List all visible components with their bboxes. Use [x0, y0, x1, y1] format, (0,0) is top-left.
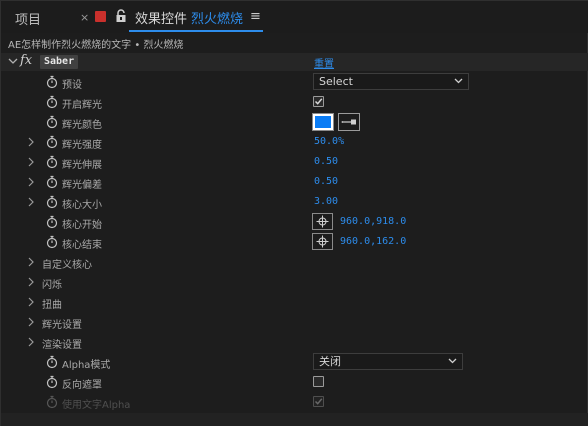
tab-project[interactable]: 项目	[15, 9, 41, 28]
prop-label: 核心结束	[62, 240, 102, 251]
alpha-mode-value: 关闭	[319, 355, 341, 368]
alpha-mode-dropdown[interactable]: 关闭	[313, 353, 463, 370]
twirl-down-icon[interactable]	[8, 56, 18, 66]
glow-bias-value[interactable]: 0.50	[314, 176, 338, 187]
prop-label: 辉光强度	[62, 140, 102, 151]
stopwatch-icon[interactable]	[46, 355, 58, 369]
prop-label: 核心开始	[62, 220, 102, 231]
stopwatch-icon[interactable]	[46, 155, 58, 169]
invert-mask-checkbox[interactable]	[313, 376, 324, 387]
lock-icon[interactable]	[115, 9, 127, 23]
prop-preset: 预设 Select	[1, 72, 588, 92]
prop-glow-bias: 辉光偏差 0.50	[1, 172, 588, 192]
group-distortion[interactable]: 扭曲	[1, 292, 588, 312]
point-picker-button[interactable]	[312, 233, 333, 250]
group-label: 渲染设置	[42, 340, 82, 351]
checkmark-icon	[314, 398, 323, 405]
color-swatch-fill	[315, 116, 331, 128]
twirl-right-icon[interactable]	[26, 196, 36, 208]
eyedropper-button[interactable]	[338, 113, 360, 131]
effect-controls-panel: 项目 × 效果控件 烈火燃烧 ≡ AE怎样制作烈火燃烧的文字 • 烈火燃烧 fx…	[0, 0, 588, 426]
prop-enable-glow: 开启辉光	[1, 92, 588, 112]
effect-header-row: fx Saber 重置	[1, 53, 588, 71]
prop-invert-mask: 反向遮罩	[1, 372, 588, 392]
group-label: 辉光设置	[42, 320, 82, 331]
group-label: 闪烁	[42, 280, 62, 291]
crosshair-icon	[316, 215, 329, 228]
stopwatch-icon[interactable]	[46, 235, 58, 249]
panel-bottom-area	[1, 413, 588, 426]
prop-label: 预设	[62, 80, 82, 91]
core-size-value[interactable]: 3.00	[314, 196, 338, 207]
twirl-right-icon[interactable]	[26, 276, 36, 288]
prop-core-start: 核心开始 960.0,918.0	[1, 212, 588, 232]
stopwatch-icon[interactable]	[46, 95, 58, 109]
breadcrumb: AE怎样制作烈火燃烧的文字 • 烈火燃烧	[8, 40, 184, 51]
glow-intensity-value[interactable]: 50.0%	[314, 136, 344, 147]
stopwatch-icon[interactable]	[46, 375, 58, 389]
stopwatch-icon[interactable]	[46, 115, 58, 129]
active-tab-indicator	[129, 30, 263, 32]
effect-name[interactable]: Saber	[40, 55, 79, 69]
prop-label: 核心大小	[62, 200, 102, 211]
prop-label: 使用文字Alpha	[62, 400, 131, 411]
use-text-alpha-checkbox	[313, 396, 324, 407]
enable-glow-checkbox[interactable]	[313, 96, 324, 107]
prop-core-end: 核心结束 960.0,162.0	[1, 232, 588, 252]
prop-label: 辉光偏差	[62, 180, 102, 191]
chevron-down-icon	[454, 78, 463, 84]
stopwatch-icon[interactable]	[46, 175, 58, 189]
fx-toggle-icon[interactable]: fx	[20, 53, 32, 68]
stopwatch-icon[interactable]	[46, 135, 58, 149]
prop-core-size: 核心大小 3.00	[1, 192, 588, 212]
group-render-settings[interactable]: 渲染设置	[1, 332, 588, 352]
twirl-right-icon[interactable]	[26, 156, 36, 168]
prop-alpha-mode: Alpha模式 关闭	[1, 352, 588, 372]
stopwatch-icon[interactable]	[46, 195, 58, 209]
crosshair-icon	[316, 235, 329, 248]
core-end-value[interactable]: 960.0,162.0	[340, 236, 406, 247]
prop-use-text-alpha: 使用文字Alpha	[1, 392, 588, 412]
twirl-right-icon[interactable]	[26, 316, 36, 328]
glow-spread-value[interactable]: 0.50	[314, 156, 338, 167]
prop-label: Alpha模式	[62, 360, 111, 371]
tab-effect-controls[interactable]: 效果控件	[135, 8, 187, 27]
twirl-right-icon[interactable]	[26, 176, 36, 188]
eyedropper-icon	[341, 119, 356, 125]
close-icon[interactable]: ×	[80, 11, 89, 24]
preset-dropdown[interactable]: Select	[313, 73, 469, 90]
twirl-right-icon[interactable]	[26, 256, 36, 268]
checkmark-icon	[314, 98, 323, 105]
panel-menu-icon[interactable]: ≡	[250, 9, 261, 24]
stopwatch-icon[interactable]	[46, 215, 58, 229]
color-swatch[interactable]	[312, 113, 334, 131]
group-label: 扭曲	[42, 300, 62, 311]
tab-layer-name[interactable]: 烈火燃烧	[191, 8, 243, 27]
record-icon	[95, 11, 106, 22]
core-start-value[interactable]: 960.0,918.0	[340, 216, 406, 227]
group-custom-core[interactable]: 自定义核心	[1, 252, 588, 272]
prop-glow-intensity: 辉光强度 50.0%	[1, 132, 588, 152]
prop-label: 辉光颜色	[62, 120, 102, 131]
prop-label: 反向遮罩	[62, 380, 102, 391]
point-picker-button[interactable]	[312, 213, 333, 230]
prop-label: 辉光伸展	[62, 160, 102, 171]
preset-dropdown-value: Select	[319, 75, 353, 88]
stopwatch-icon	[46, 395, 58, 409]
stopwatch-icon[interactable]	[46, 75, 58, 89]
chevron-down-icon	[448, 358, 457, 364]
prop-glow-spread: 辉光伸展 0.50	[1, 152, 588, 172]
twirl-right-icon[interactable]	[26, 136, 36, 148]
group-label: 自定义核心	[42, 260, 92, 271]
group-flicker[interactable]: 闪烁	[1, 272, 588, 292]
twirl-right-icon[interactable]	[26, 336, 36, 348]
reset-link[interactable]: 重置	[314, 55, 334, 70]
prop-glow-color: 辉光颜色	[1, 112, 588, 132]
panel-tab-bar: 项目 × 效果控件 烈火燃烧 ≡	[1, 1, 588, 33]
group-glow-settings[interactable]: 辉光设置	[1, 312, 588, 332]
prop-label: 开启辉光	[62, 100, 102, 111]
twirl-right-icon[interactable]	[26, 296, 36, 308]
